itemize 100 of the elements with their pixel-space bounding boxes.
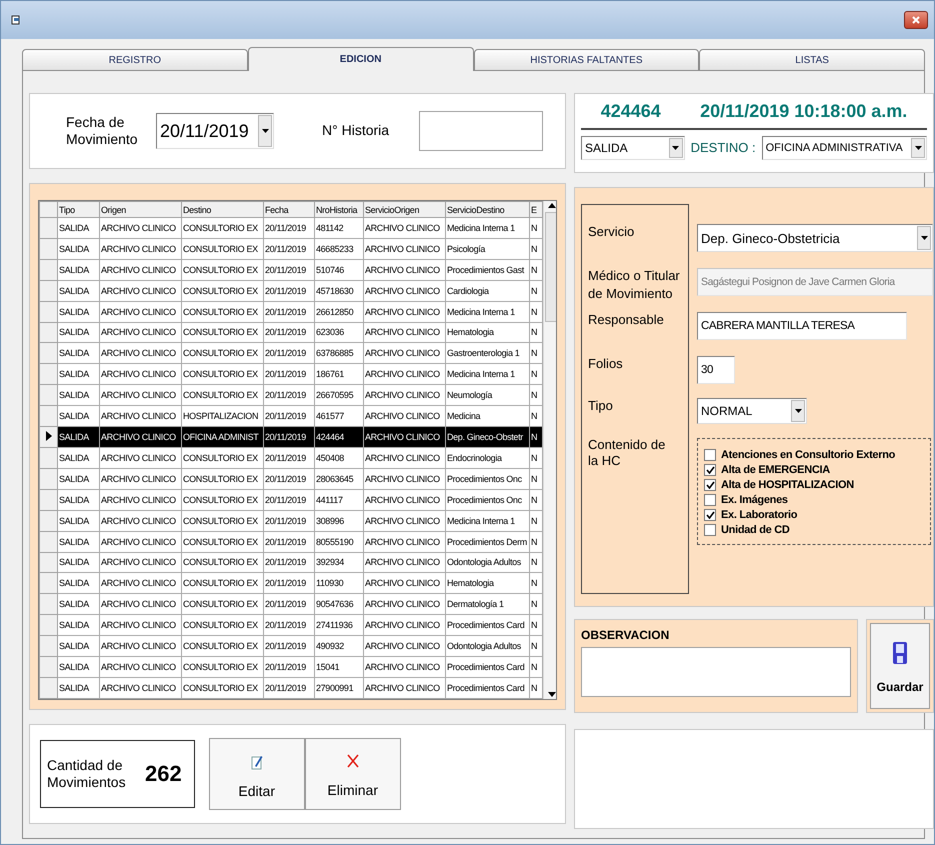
column-header[interactable]: E [530, 202, 542, 218]
table-cell: 20/11/2019 [264, 238, 314, 260]
save-button[interactable]: Guardar [870, 623, 930, 709]
table-cell: 441117 [314, 489, 364, 510]
table-cell: CONSULTORIO EX [182, 531, 264, 552]
edit-button[interactable]: Editar [208, 738, 305, 810]
table-cell: Procedimientos Card [446, 656, 530, 678]
date-label: Fecha de Movimiento [66, 114, 139, 148]
caret-icon [914, 146, 922, 150]
table-cell: 20/11/2019 [264, 572, 314, 594]
history-number-label: N° Historia [322, 122, 390, 140]
checkbox-label: Atenciones en Consultorio Externo [721, 449, 896, 461]
table-cell: ARCHIVO CLINICO [364, 218, 446, 238]
table-cell: Procedimientos Card [446, 614, 530, 636]
field-label: Médico o Titular de Movimiento [588, 268, 680, 301]
table-cell: 20/11/2019 [264, 364, 314, 385]
table-cell: ARCHIVO CLINICO [100, 426, 182, 448]
table-cell: CONSULTORIO EX [182, 218, 264, 238]
table-cell: SALIDA [58, 322, 100, 343]
table-cell: Cardiologia [446, 280, 530, 302]
table-cell: 46685233 [314, 238, 364, 260]
table-cell: HOSPITALIZACION [182, 406, 264, 427]
table-cell: ARCHIVO CLINICO [100, 656, 182, 678]
table-cell: SALIDA [58, 342, 100, 364]
table-cell: SALIDA [58, 594, 100, 615]
table-cell: 20/11/2019 [264, 384, 314, 406]
table-cell: ARCHIVO CLINICO [364, 552, 446, 573]
checkbox[interactable] [704, 509, 716, 521]
table-cell: 20/11/2019 [264, 468, 314, 490]
table-cell: ARCHIVO CLINICO [100, 322, 182, 343]
type-dropdown[interactable]: NORMAL [697, 398, 807, 424]
tab[interactable]: HISTORIAS FALTANTES [474, 49, 700, 71]
table-cell: Medicina Interna 1 [446, 510, 530, 532]
table-cell: CONSULTORIO EX [182, 656, 264, 678]
checkbox[interactable] [704, 479, 716, 491]
text-field[interactable]: CABRERA MANTILLA TERESA [697, 312, 907, 340]
table-cell: SALIDA [58, 636, 100, 657]
column-header[interactable]: ServicioDestino [446, 202, 530, 218]
destination-label: DESTINO : [690, 140, 756, 156]
column-header[interactable]: ServicioOrigen [364, 202, 446, 218]
table-cell: Hematologia [446, 322, 530, 343]
movement-type-dropdown[interactable]: SALIDA [581, 136, 685, 160]
column-header[interactable]: Tipo [58, 202, 100, 218]
checkbox[interactable] [704, 464, 716, 476]
app-icon [11, 15, 21, 25]
delete-button[interactable]: Eliminar [304, 738, 401, 810]
table-cell: ARCHIVO CLINICO [364, 594, 446, 615]
tab[interactable]: EDICION [248, 47, 474, 71]
table-cell: ARCHIVO CLINICO [100, 280, 182, 302]
table-cell: Dermatología 1 [446, 594, 530, 615]
table-cell: Psicología [446, 238, 530, 260]
table-cell: ARCHIVO CLINICO [100, 531, 182, 552]
scroll-thumb[interactable] [544, 212, 556, 322]
text-field[interactable]: 30 [697, 356, 735, 384]
close-button[interactable] [904, 11, 928, 29]
table-cell: CONSULTORIO EX [182, 342, 264, 364]
scroll-up-icon [548, 203, 556, 208]
table-cell: Dep. Gineco-Obstetr [446, 426, 530, 448]
date-picker[interactable]: 20/11/2019 [156, 113, 274, 149]
column-header[interactable]: Destino [182, 202, 264, 218]
column-header[interactable]: NroHistoria [314, 202, 364, 218]
table-cell: 20/11/2019 [264, 510, 314, 532]
checkbox[interactable] [704, 494, 716, 506]
table-cell: ARCHIVO CLINICO [100, 384, 182, 406]
table-cell: 490932 [314, 636, 364, 657]
table-cell: CONSULTORIO EX [182, 447, 264, 468]
table-cell: 481142 [314, 218, 364, 238]
table-cell: CONSULTORIO EX [182, 468, 264, 490]
table-cell: SALIDA [58, 614, 100, 636]
column-header[interactable]: Fecha [264, 202, 314, 218]
table-cell: SALIDA [58, 426, 100, 448]
table-cell: 27900991 [314, 677, 364, 698]
table-cell: Odontologia Adultos [446, 552, 530, 573]
tab[interactable]: REGISTRO [22, 49, 248, 71]
checkbox[interactable] [704, 449, 716, 461]
table-cell: ARCHIVO CLINICO [364, 468, 446, 490]
table-cell: 20/11/2019 [264, 406, 314, 427]
table-cell: Gastroenterologia 1 [446, 342, 530, 364]
table-cell: OFICINA ADMINIST [182, 426, 264, 448]
tab[interactable]: LISTAS [699, 49, 925, 71]
checkbox[interactable] [704, 524, 716, 536]
table-cell: 20/11/2019 [264, 426, 314, 448]
table-cell: ARCHIVO CLINICO [100, 636, 182, 657]
table-cell: 20/11/2019 [264, 677, 314, 698]
column-header[interactable]: Origen [100, 202, 182, 218]
history-number-field[interactable] [419, 111, 544, 151]
scrollbar[interactable] [543, 201, 556, 699]
destination-dropdown[interactable]: OFICINA ADMINISTRATIVA [762, 136, 927, 160]
table-cell: CONSULTORIO EX [182, 677, 264, 698]
table-cell: 20/11/2019 [264, 489, 314, 510]
observation-field[interactable] [581, 647, 851, 697]
table-cell: ARCHIVO CLINICO [100, 342, 182, 364]
table-cell: CONSULTORIO EX [182, 238, 264, 260]
service-dropdown[interactable]: Dep. Gineco-Obstetricia [697, 224, 933, 252]
table-cell: SALIDA [58, 656, 100, 678]
table-cell: ARCHIVO CLINICO [100, 468, 182, 490]
table-cell: CONSULTORIO EX [182, 489, 264, 510]
count-label: Cantidad de Movimientos [47, 756, 127, 792]
table-cell: 20/11/2019 [264, 594, 314, 615]
table-cell: SALIDA [58, 384, 100, 406]
